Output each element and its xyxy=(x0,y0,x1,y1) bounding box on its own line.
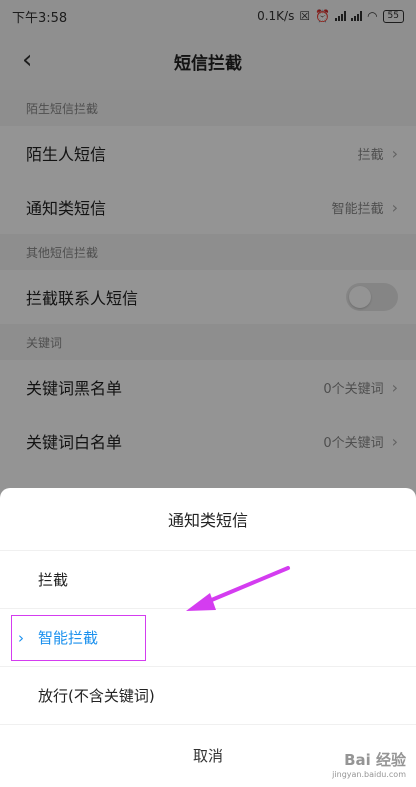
baidu-watermark: Bai 经验 jingyan.baidu.com xyxy=(332,749,406,779)
watermark-logo: Bai 经验 xyxy=(344,751,406,769)
sheet-title: 通知类短信 xyxy=(167,511,248,530)
option-allow[interactable]: 放行(不含关键词) xyxy=(0,666,416,724)
annotation-highlight-box xyxy=(11,615,146,661)
watermark-url: jingyan.baidu.com xyxy=(332,770,406,779)
annotation-arrow-icon xyxy=(186,566,290,611)
option-sheet: 通知类短信 拦截 › 智能拦截 放行(不含关键词) 取消 xyxy=(0,488,416,787)
